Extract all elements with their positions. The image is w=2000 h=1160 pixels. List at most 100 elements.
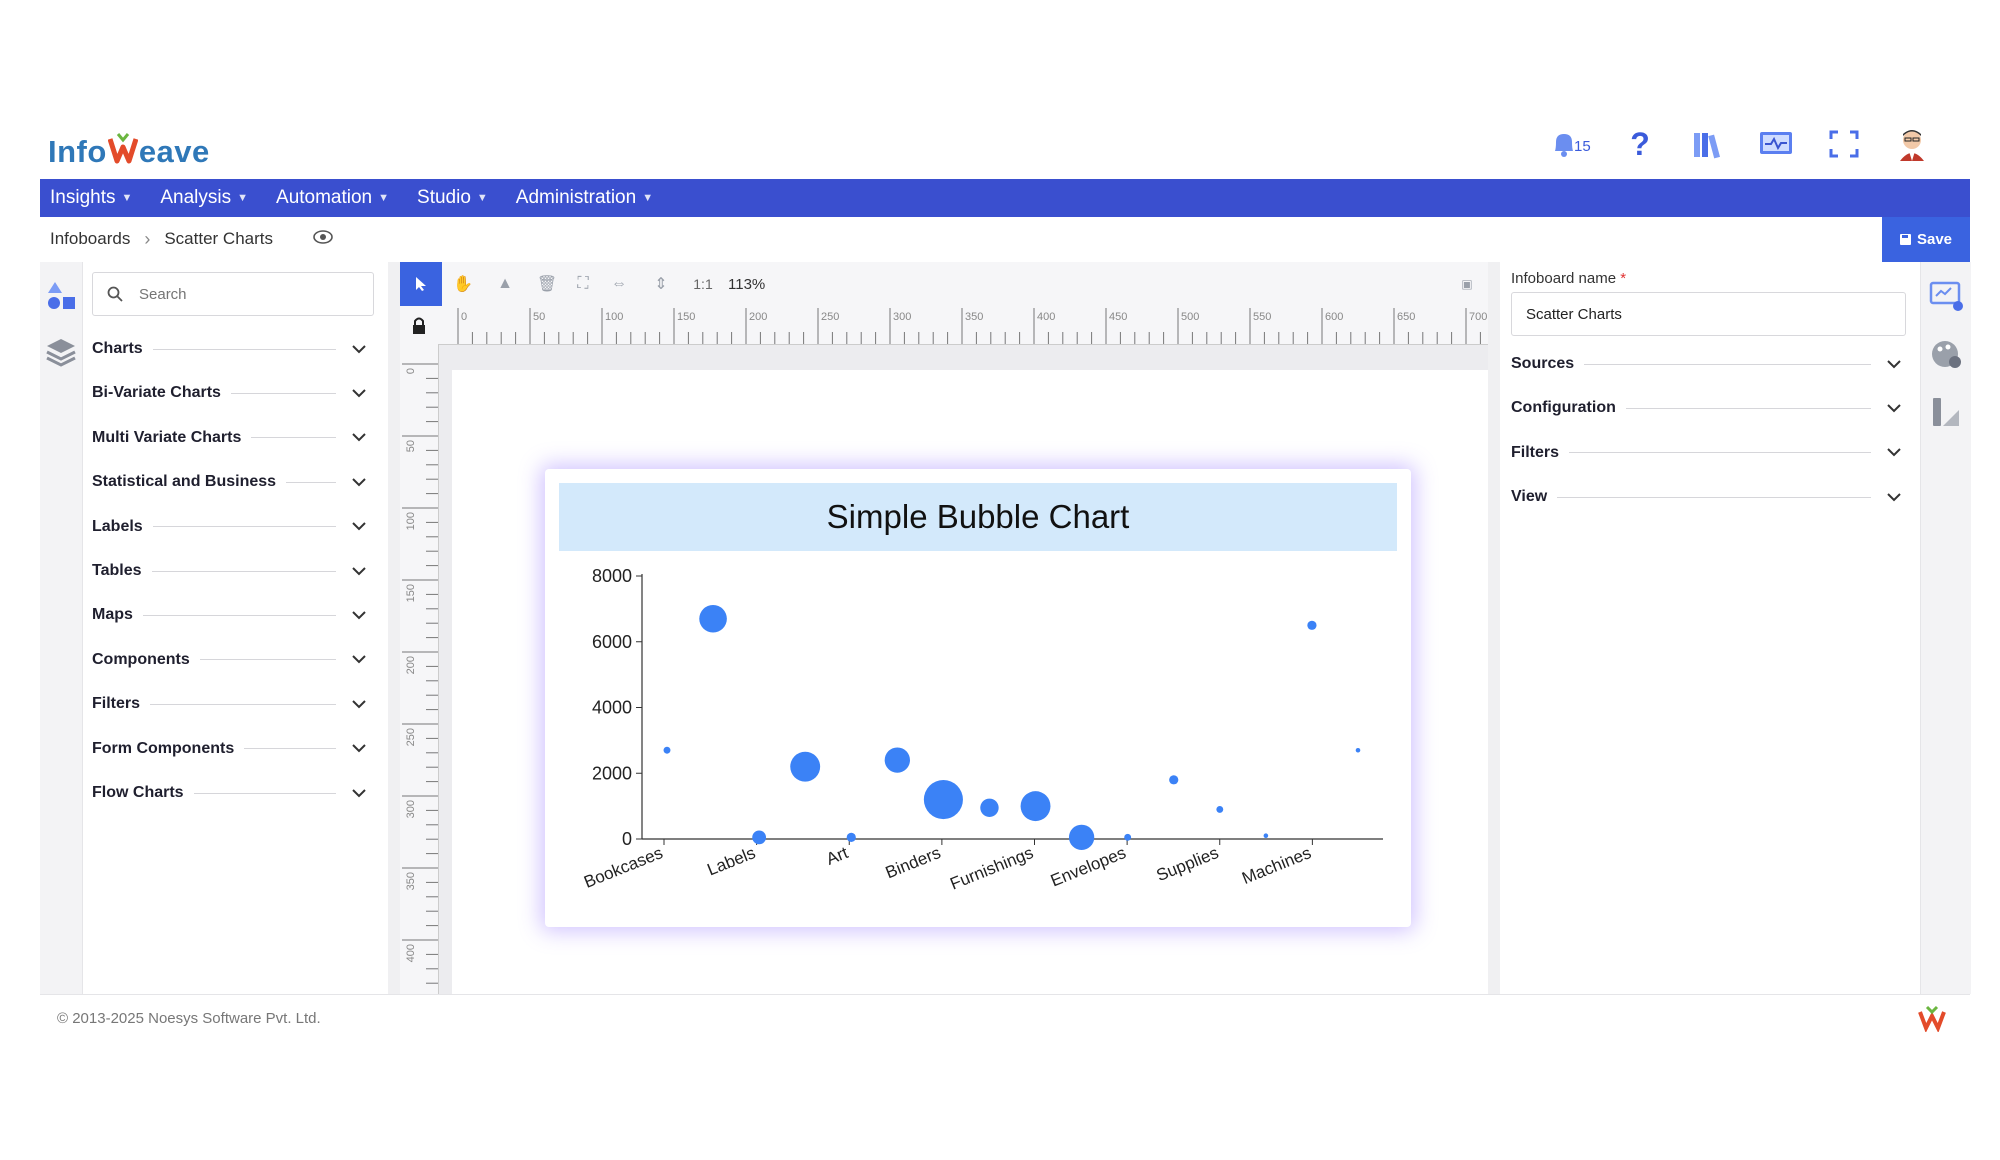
bubble-point[interactable] [1216, 805, 1224, 813]
fit-height-tool[interactable]: ⇕ [640, 262, 682, 306]
right-splitter[interactable] [1488, 262, 1500, 994]
category-multi-variate-charts[interactable]: Multi Variate Charts [92, 423, 368, 453]
category-divider [151, 570, 336, 572]
fit-tool[interactable]: ⛶ [568, 262, 598, 306]
breadcrumb-infoboards[interactable]: Infoboards [50, 229, 130, 249]
bubble-point[interactable] [1307, 620, 1317, 630]
section-label: Filters [1511, 443, 1560, 461]
board-settings-icon[interactable] [1929, 280, 1965, 319]
category-bi-variate-charts[interactable]: Bi-Variate Charts [92, 378, 368, 408]
ruler-label: 300 [893, 311, 911, 323]
actual-size-tool[interactable]: 1:1 [682, 262, 724, 306]
bubble-point[interactable] [1124, 833, 1132, 841]
category-labels[interactable]: Labels [92, 512, 368, 542]
section-configuration[interactable]: Configuration [1511, 393, 1903, 423]
section-filters[interactable]: Filters [1511, 438, 1903, 468]
ruler-label: 100 [405, 512, 417, 530]
nav-automation[interactable]: Automation ▼ [266, 187, 399, 209]
zoom-level: 113% [728, 275, 766, 293]
ruler-label: 200 [405, 656, 417, 674]
section-divider [1569, 452, 1871, 454]
bubble-point[interactable] [663, 746, 671, 754]
x-tick-label: Supplies [1154, 843, 1222, 885]
category-tables[interactable]: Tables [92, 556, 368, 586]
pointer-icon [416, 277, 426, 291]
notifications-button[interactable]: 15 [1546, 126, 1591, 162]
category-statistical-and-business[interactable]: Statistical and Business [92, 467, 368, 497]
category-components[interactable]: Components [92, 645, 368, 675]
bubble-point[interactable] [884, 747, 910, 773]
nav-studio[interactable]: Studio ▼ [407, 187, 498, 209]
category-filters[interactable]: Filters [92, 689, 368, 719]
bubble-point[interactable] [790, 751, 821, 782]
fullscreen-button[interactable] [1826, 126, 1862, 162]
infoboard-name-input[interactable] [1511, 292, 1906, 336]
nav-administration[interactable]: Administration ▼ [506, 187, 663, 209]
layers-icon[interactable] [40, 332, 82, 372]
save-button[interactable]: Save [1882, 217, 1970, 262]
ruler-lock[interactable] [400, 306, 438, 344]
nav-analysis[interactable]: Analysis ▼ [150, 187, 258, 209]
x-tick-label: Binders [883, 843, 944, 882]
user-avatar-icon [1900, 130, 1924, 161]
ruler-label: 500 [1181, 311, 1199, 323]
style-icon[interactable] [1929, 396, 1965, 435]
breadcrumb-current: Scatter Charts [164, 229, 273, 248]
theme-icon[interactable] [1929, 338, 1965, 377]
bubble-point[interactable] [1355, 747, 1361, 753]
category-form-components[interactable]: Form Components [92, 734, 368, 764]
chevron-down-icon [1885, 399, 1903, 417]
widgets-icon[interactable] [40, 276, 82, 316]
canvas-settings-button[interactable]: ▣ [1446, 262, 1488, 306]
bubble-point[interactable] [846, 832, 856, 842]
copyright: © 2013-2025 Noesys Software Pvt. Ltd. [57, 1010, 321, 1027]
bubble-point[interactable] [923, 780, 963, 820]
bubble-point[interactable] [1020, 791, 1051, 822]
fullscreen-icon [1829, 130, 1859, 158]
ruler-label: 600 [1325, 311, 1343, 323]
infoveave-logo[interactable]: Info eave [48, 130, 210, 174]
avatar[interactable] [1894, 126, 1930, 162]
search-input[interactable] [137, 284, 341, 304]
library-button[interactable] [1690, 126, 1726, 162]
scale-label: 1:1 [693, 276, 713, 292]
nav-label: Insights [50, 187, 116, 208]
category-charts[interactable]: Charts [92, 334, 368, 364]
chevron-down-icon [350, 473, 368, 491]
bubble-point[interactable] [699, 604, 727, 633]
nav-insights[interactable]: Insights ▼ [40, 187, 142, 209]
bubble-point[interactable] [752, 830, 767, 845]
shapes-tool[interactable]: ▲ [484, 262, 526, 306]
category-flow-charts[interactable]: Flow Charts [92, 778, 368, 808]
bubble-point[interactable] [980, 798, 999, 817]
section-divider [1625, 407, 1871, 409]
category-divider [193, 792, 336, 794]
chevron-down-icon [350, 740, 368, 758]
pan-tool[interactable]: ✋ [442, 262, 484, 306]
help-button[interactable]: ? [1622, 126, 1658, 162]
category-divider [230, 392, 336, 394]
category-label: Bi-Variate Charts [92, 384, 221, 402]
save-icon [1899, 234, 1911, 245]
section-divider [1584, 363, 1871, 365]
delete-tool[interactable]: 🗑 [526, 262, 568, 306]
select-tool[interactable] [400, 262, 442, 306]
bubble-point[interactable] [1169, 775, 1179, 785]
preview-eye-icon[interactable] [313, 229, 333, 249]
caret-down-icon: ▼ [237, 192, 249, 204]
section-sources[interactable]: Sources [1511, 349, 1903, 379]
bubble-point[interactable] [1263, 833, 1269, 839]
category-label: Components [92, 650, 190, 668]
left-splitter[interactable] [388, 262, 400, 994]
ruler-label: 700 [1469, 311, 1487, 323]
monitor-button[interactable] [1758, 126, 1794, 162]
bubble-point[interactable] [1068, 824, 1095, 851]
section-view[interactable]: View [1511, 482, 1903, 512]
main-nav: Insights ▼ Analysis ▼ Automation ▼ Studio ▼ … [40, 179, 1970, 217]
category-maps[interactable]: Maps [92, 600, 368, 630]
chevron-down-icon [350, 784, 368, 802]
fit-width-tool[interactable]: ⇔ [598, 262, 640, 306]
category-divider [152, 348, 336, 350]
ruler-label: 250 [821, 311, 839, 323]
category-label: Maps [92, 606, 133, 624]
